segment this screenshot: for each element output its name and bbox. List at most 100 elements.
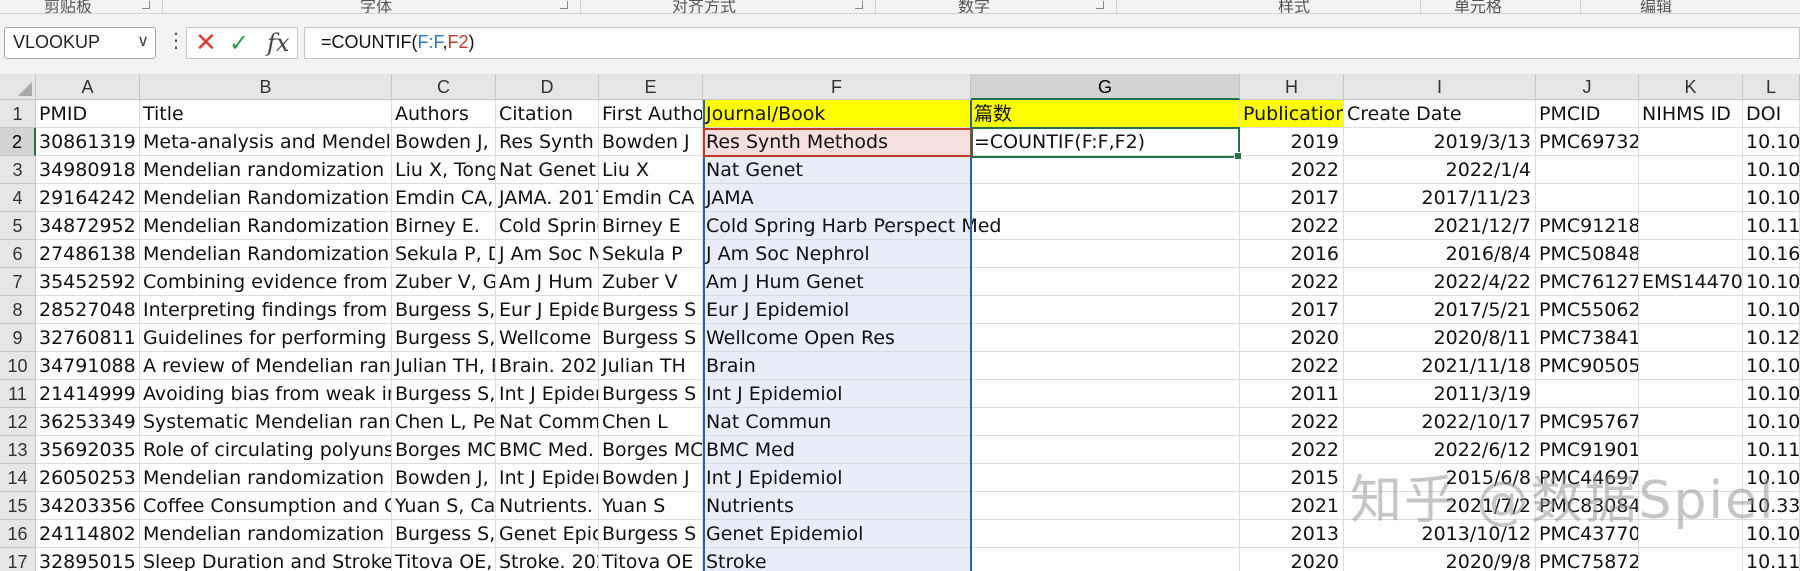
cell-e2[interactable]: Bowden J	[599, 128, 703, 156]
cell-h9[interactable]: 2020	[1240, 324, 1344, 352]
cell-g11[interactable]	[971, 380, 1240, 408]
cell-h6[interactable]: 2016	[1240, 240, 1344, 268]
cell-e4[interactable]: Emdin CA	[599, 184, 703, 212]
cell-a15[interactable]: 34203356	[36, 492, 140, 520]
cell-b13[interactable]: Role of circulating polyuns	[140, 436, 392, 464]
cell-a9[interactable]: 32760811	[36, 324, 140, 352]
cell-l12[interactable]: 10.10	[1743, 408, 1800, 436]
cell-b16[interactable]: Mendelian randomization	[140, 520, 392, 548]
cell-c3[interactable]: Liu X, Tong	[392, 156, 496, 184]
cell-c9[interactable]: Burgess S,	[392, 324, 496, 352]
formula-input[interactable]: =COUNTIF(F:F,F2)	[304, 27, 1800, 59]
cell-d11[interactable]: Int J Epider	[496, 380, 599, 408]
cell-c6[interactable]: Sekula P, D	[392, 240, 496, 268]
cell-e7[interactable]: Zuber V	[599, 268, 703, 296]
column-header-a[interactable]: A	[36, 74, 140, 100]
cell-d6[interactable]: J Am Soc N	[496, 240, 599, 268]
cell-e17[interactable]: Titova OE	[599, 548, 703, 571]
cancel-icon[interactable]: ✕	[195, 29, 217, 57]
cell-a13[interactable]: 35692035	[36, 436, 140, 464]
cell-c4[interactable]: Emdin CA,	[392, 184, 496, 212]
cell-l17[interactable]: 10.11	[1743, 548, 1800, 571]
more-options-icon[interactable]: ⋮	[166, 30, 186, 50]
cell-k1[interactable]: NIHMS ID	[1639, 100, 1743, 128]
cell-k9[interactable]	[1639, 324, 1743, 352]
cell-g8[interactable]	[971, 296, 1240, 324]
cell-c13[interactable]: Borges MC	[392, 436, 496, 464]
column-header-i[interactable]: I	[1344, 74, 1536, 100]
cell-f7[interactable]: Am J Hum Genet	[703, 268, 971, 296]
cell-c7[interactable]: Zuber V, G	[392, 268, 496, 296]
fill-handle[interactable]	[1234, 152, 1242, 160]
cell-h8[interactable]: 2017	[1240, 296, 1344, 324]
cell-d12[interactable]: Nat Comm	[496, 408, 599, 436]
cell-h3[interactable]: 2022	[1240, 156, 1344, 184]
cell-j10[interactable]: PMC9050546	[1536, 352, 1639, 380]
cell-k4[interactable]	[1639, 184, 1743, 212]
column-header-e[interactable]: E	[599, 74, 703, 100]
column-header-j[interactable]: J	[1536, 74, 1639, 100]
name-box[interactable]: VLOOKUP ∨	[4, 27, 156, 59]
cell-f14[interactable]: Int J Epidemiol	[703, 464, 971, 492]
cell-a14[interactable]: 26050253	[36, 464, 140, 492]
cell-c11[interactable]: Burgess S,	[392, 380, 496, 408]
cell-i8[interactable]: 2017/5/21	[1344, 296, 1536, 324]
cell-l2[interactable]: 10.10	[1743, 128, 1800, 156]
cell-i5[interactable]: 2021/12/7	[1344, 212, 1536, 240]
row-header-14[interactable]: 14	[0, 464, 36, 492]
cell-h1[interactable]: Publication Year	[1240, 100, 1344, 128]
cell-d2[interactable]: Res Synth M	[496, 128, 599, 156]
cell-l6[interactable]: 10.16	[1743, 240, 1800, 268]
row-header-11[interactable]: 11	[0, 380, 36, 408]
cell-d7[interactable]: Am J Hum	[496, 268, 599, 296]
cell-i6[interactable]: 2016/8/4	[1344, 240, 1536, 268]
font-dialog-launcher-icon[interactable]	[560, 1, 568, 9]
cell-h15[interactable]: 2021	[1240, 492, 1344, 520]
cell-g7[interactable]	[971, 268, 1240, 296]
cell-a12[interactable]: 36253349	[36, 408, 140, 436]
cell-a7[interactable]: 35452592	[36, 268, 140, 296]
column-header-l[interactable]: L	[1743, 74, 1800, 100]
cell-c5[interactable]: Birney E.	[392, 212, 496, 240]
cell-g3[interactable]	[971, 156, 1240, 184]
column-header-g[interactable]: G	[971, 74, 1240, 100]
cell-k2[interactable]	[1639, 128, 1743, 156]
cell-b10[interactable]: A review of Mendelian rand	[140, 352, 392, 380]
cell-j3[interactable]	[1536, 156, 1639, 184]
cell-b2[interactable]: Meta-analysis and Mendelian	[140, 128, 392, 156]
cell-d1[interactable]: Citation	[496, 100, 599, 128]
cell-b5[interactable]: Mendelian Randomization	[140, 212, 392, 240]
cell-k7[interactable]: EMS144709	[1639, 268, 1743, 296]
cell-g13[interactable]	[971, 436, 1240, 464]
cell-l4[interactable]: 10.10	[1743, 184, 1800, 212]
cell-j12[interactable]: PMC9576777	[1536, 408, 1639, 436]
cell-j5[interactable]: PMC9121891	[1536, 212, 1639, 240]
cell-f17[interactable]: Stroke	[703, 548, 971, 571]
cell-f3[interactable]: Nat Genet	[703, 156, 971, 184]
cell-e12[interactable]: Chen L	[599, 408, 703, 436]
cell-f5[interactable]: Cold Spring Harb Perspect Med	[703, 212, 1001, 240]
row-header-17[interactable]: 17	[0, 548, 36, 571]
cell-k5[interactable]	[1639, 212, 1743, 240]
cell-f9[interactable]: Wellcome Open Res	[703, 324, 971, 352]
cell-e16[interactable]: Burgess S	[599, 520, 703, 548]
cell-a10[interactable]: 34791088	[36, 352, 140, 380]
chevron-down-icon[interactable]: ∨	[137, 31, 149, 51]
cell-b17[interactable]: Sleep Duration and Stroke	[140, 548, 392, 571]
cell-h13[interactable]: 2022	[1240, 436, 1344, 464]
row-header-2[interactable]: 2	[0, 128, 36, 156]
cell-g4[interactable]	[971, 184, 1240, 212]
row-header-1[interactable]: 1	[0, 100, 36, 128]
cell-j17[interactable]: PMC7587241	[1536, 548, 1639, 571]
cell-j1[interactable]: PMCID	[1536, 100, 1639, 128]
cell-g1[interactable]: 篇数	[971, 100, 1240, 128]
cell-c2[interactable]: Bowden J,	[392, 128, 496, 156]
cell-i2[interactable]: 2019/3/13	[1344, 128, 1536, 156]
cell-j8[interactable]: PMC5506233	[1536, 296, 1639, 324]
cell-b15[interactable]: Coffee Consumption and C	[140, 492, 392, 520]
cell-k3[interactable]	[1639, 156, 1743, 184]
column-header-h[interactable]: H	[1240, 74, 1344, 100]
cell-i10[interactable]: 2021/11/18	[1344, 352, 1536, 380]
alignment-dialog-launcher-icon[interactable]	[855, 1, 863, 9]
cell-a6[interactable]: 27486138	[36, 240, 140, 268]
